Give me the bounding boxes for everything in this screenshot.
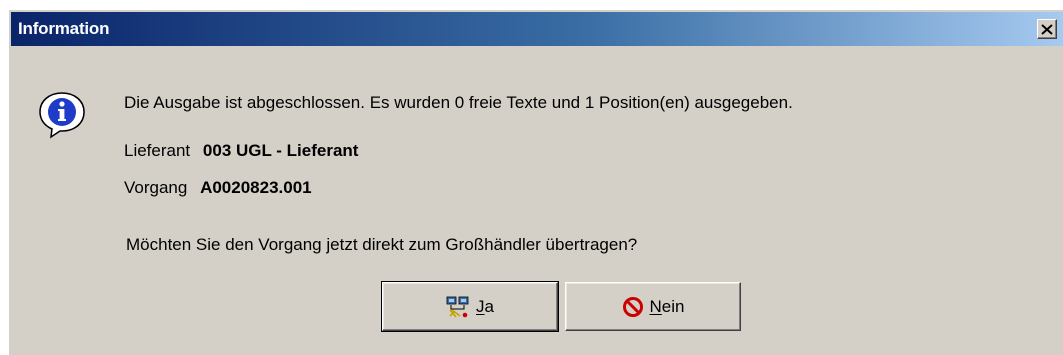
no-button-label: N — [649, 296, 662, 316]
information-dialog: Information Die Ausgabe ist abgeschlosse… — [8, 9, 1063, 355]
transfer-icon — [446, 296, 469, 318]
transaction-label: Vorgang — [124, 178, 188, 197]
supplier-value: 003 UGL - Lieferant — [202, 141, 359, 160]
transaction-row: Vorgang A0020823.001 — [124, 178, 312, 198]
window-title: Information — [18, 19, 110, 38]
supplier-label: Lieferant — [124, 141, 191, 160]
yes-button[interactable]: Ja — [381, 281, 559, 332]
close-button[interactable] — [1037, 19, 1057, 39]
prohibited-icon — [622, 296, 643, 317]
question-message: Möchten Sie den Vorgang jetzt direkt zum… — [126, 235, 638, 254]
supplier-row: Lieferant 003 UGL - Lieferant — [124, 141, 358, 161]
close-icon — [1041, 23, 1053, 35]
information-icon — [39, 92, 85, 139]
no-button[interactable]: Nein — [565, 282, 741, 331]
yes-button-label: J — [476, 296, 485, 316]
info-message: Die Ausgabe ist abgeschlossen. Es wurden… — [124, 93, 793, 112]
transaction-value: A0020823.001 — [200, 178, 312, 197]
title-bar[interactable]: Information — [11, 12, 1063, 46]
